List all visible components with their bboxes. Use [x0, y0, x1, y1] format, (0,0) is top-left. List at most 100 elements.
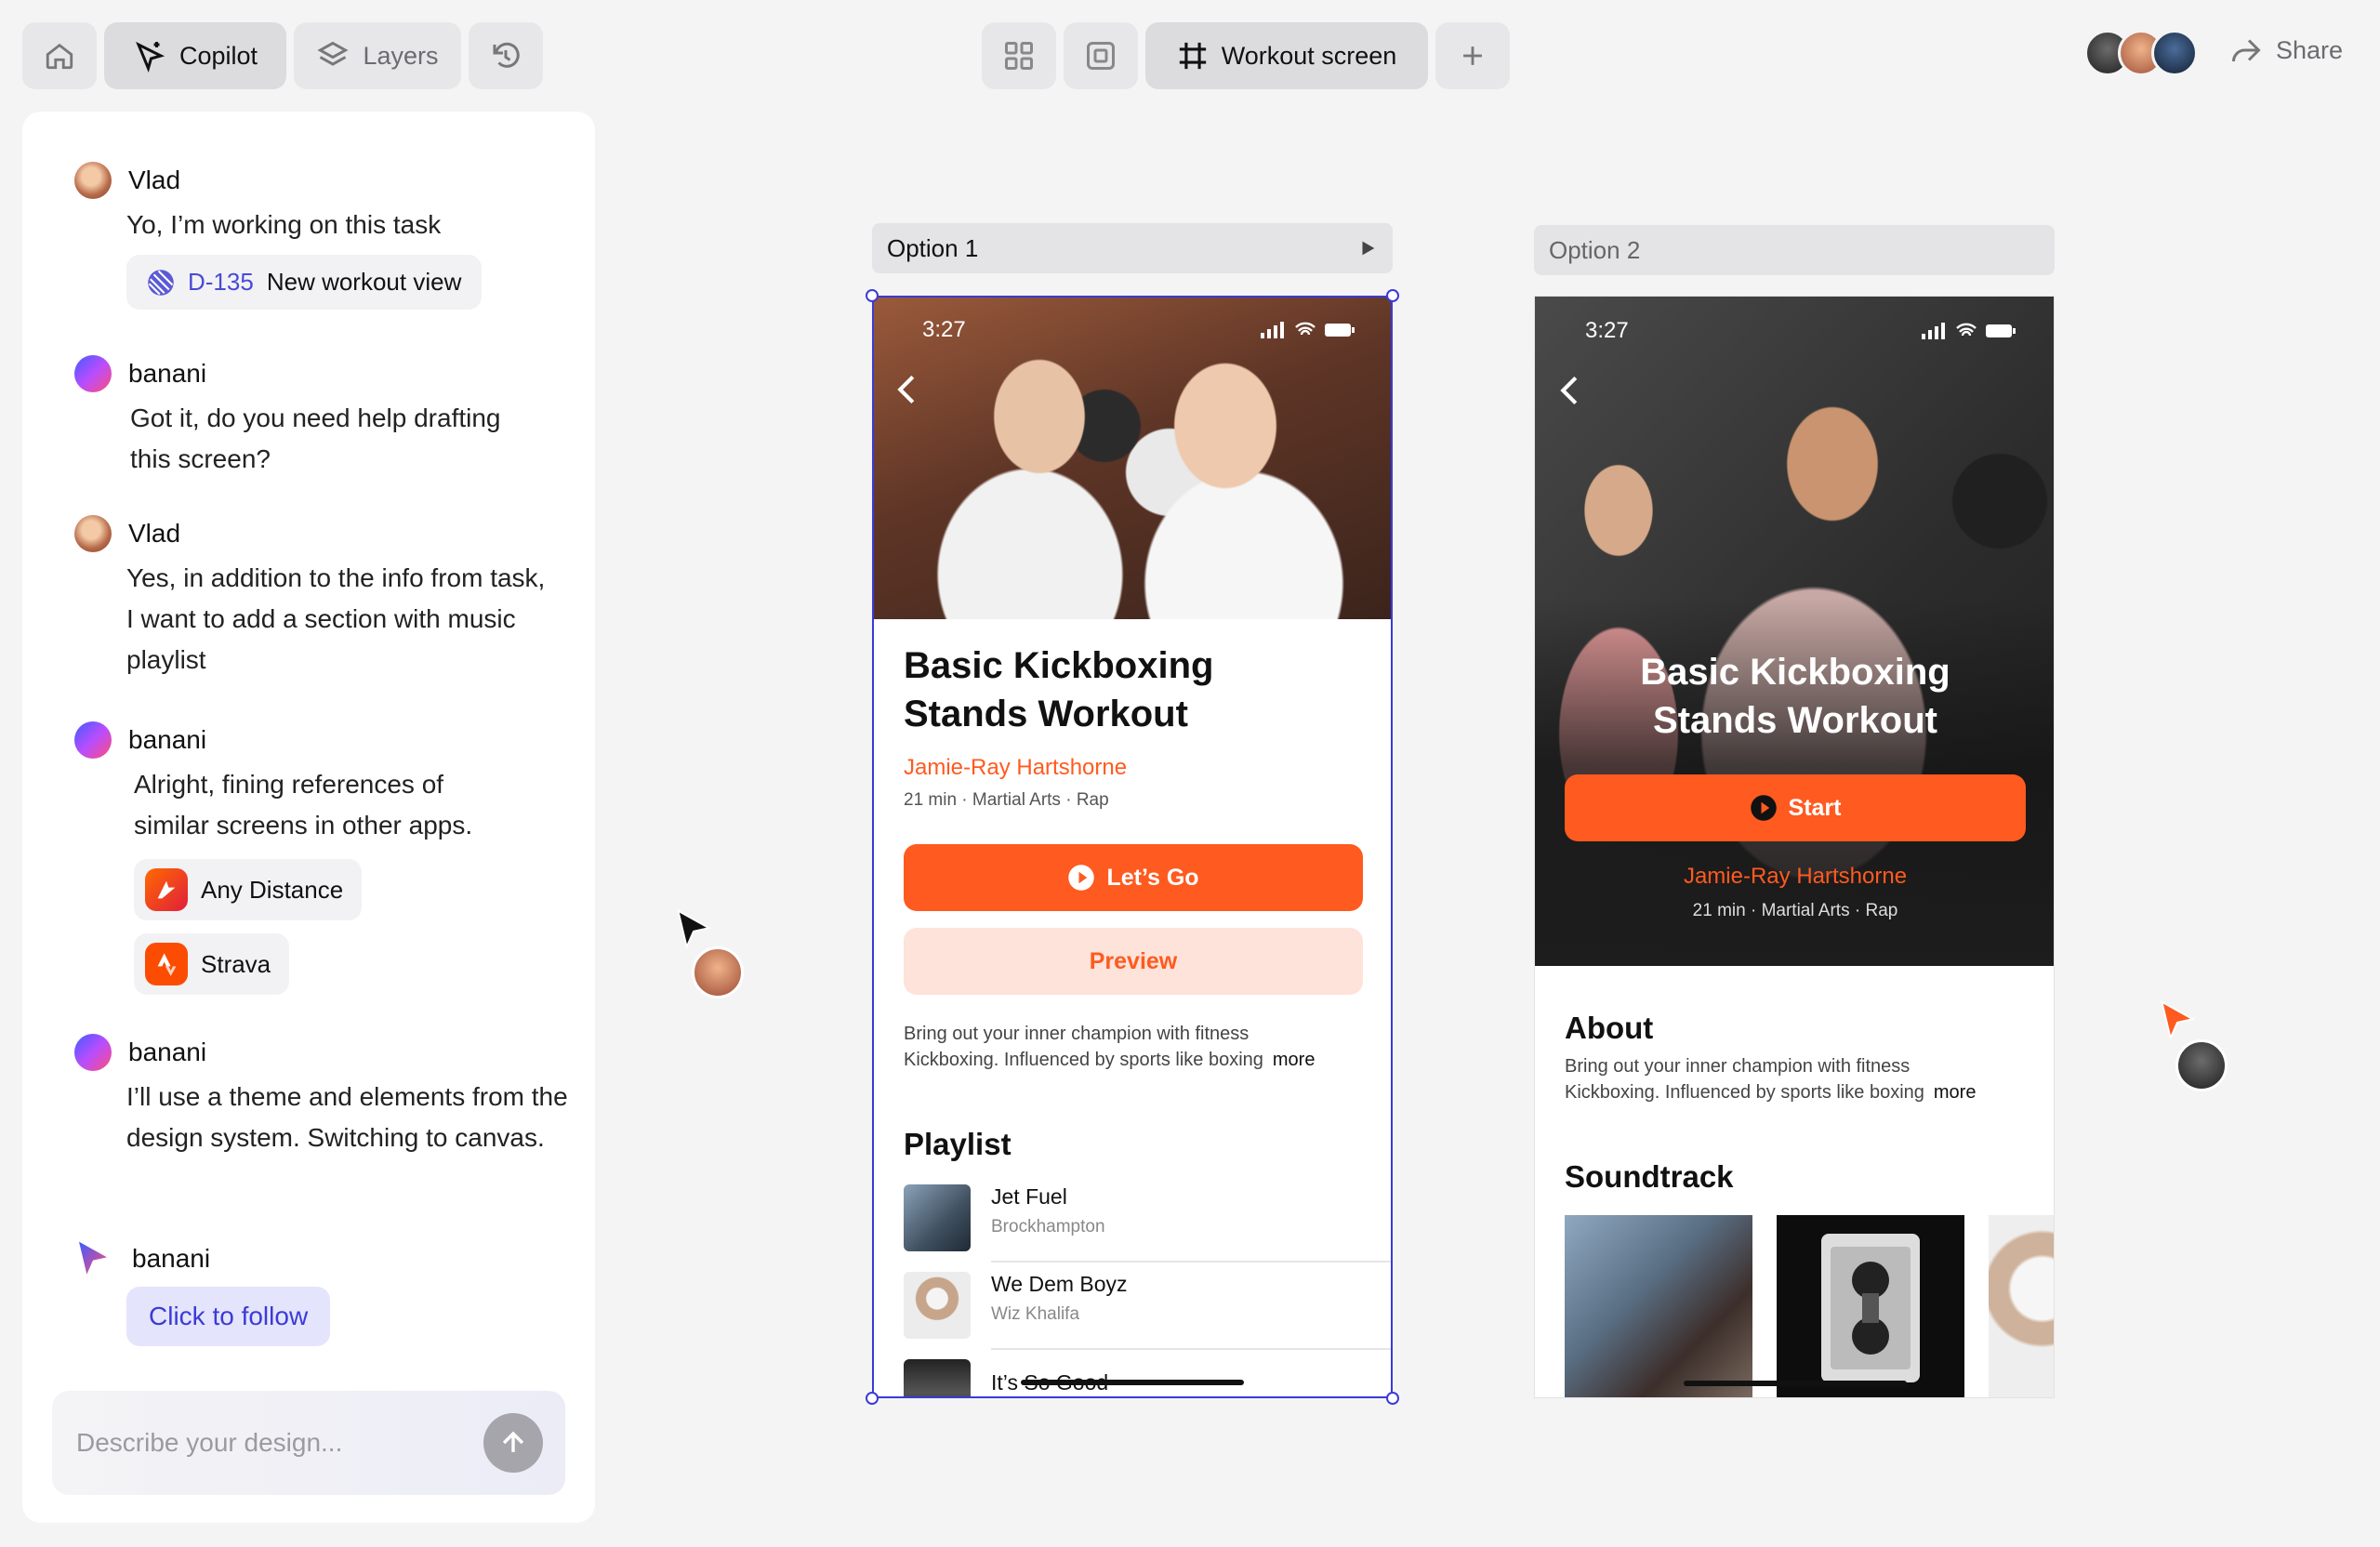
frame-tab-label: Workout screen	[1221, 41, 1397, 70]
collaborator-cursor	[673, 907, 744, 998]
click-to-follow-button[interactable]: Click to follow	[126, 1287, 331, 1346]
component-icon	[1087, 42, 1115, 70]
track-row[interactable]: We Dem Boyz Wiz Khalifa	[904, 1272, 1128, 1339]
send-button[interactable]	[483, 1413, 543, 1473]
avatar	[2151, 30, 2198, 76]
message-text: Yo, I’m working on this task	[126, 210, 442, 239]
message-text: Got it, do you need help drafting this s…	[130, 403, 501, 473]
any-distance-icon	[145, 868, 188, 911]
copilot-tab[interactable]: Copilot	[104, 22, 286, 89]
chat-message: banani Got it, do you need help drafting…	[74, 355, 558, 480]
hero-image	[872, 296, 1393, 619]
layers-label: Layers	[363, 41, 439, 70]
track-name: Jet Fuel	[991, 1184, 1067, 1209]
share-icon	[2231, 39, 2261, 62]
resize-handle[interactable]	[866, 1392, 879, 1405]
workout-title-line-2: Stands Workout	[904, 694, 1188, 734]
message-author: banani	[128, 359, 207, 388]
cursor-icon	[2161, 1000, 2196, 1041]
resize-handle[interactable]	[1386, 289, 1399, 302]
message-author: Vlad	[128, 165, 181, 194]
reference-label: Any Distance	[201, 875, 344, 904]
avatar	[2175, 1039, 2228, 1091]
sparkle-cursor-icon	[136, 41, 165, 73]
grid-icon	[1005, 42, 1033, 70]
track-cover	[904, 1184, 971, 1251]
wifi-icon	[1956, 323, 1977, 337]
chat-message: banani Click to follow	[74, 1238, 558, 1346]
task-title: New workout view	[266, 268, 462, 296]
reference-chip-any-distance[interactable]: Any Distance	[134, 859, 363, 920]
layers-tab[interactable]: Layers	[294, 22, 461, 89]
grid-view-button[interactable]	[982, 22, 1056, 89]
option-1-label: Option 1	[887, 233, 979, 262]
status-time: 3:27	[1585, 318, 1629, 343]
option-1-frame[interactable]: 3:27 Basic Kickboxing Stands Workout Jam…	[872, 296, 1393, 1398]
back-chevron-icon[interactable]	[896, 374, 917, 405]
status-bar: 3:27	[1535, 317, 2054, 345]
status-bar: 3:27	[872, 316, 1393, 344]
description-line-2: Kickboxing. Influenced by sports like bo…	[1565, 1082, 1924, 1103]
share-label: Share	[2275, 35, 2343, 64]
chat-message: banani I’ll use a theme and elements fro…	[74, 1034, 568, 1158]
copilot-label: Copilot	[178, 41, 258, 70]
soundtrack-cover[interactable]	[1777, 1215, 1964, 1397]
more-link[interactable]: more	[1273, 1047, 1316, 1073]
play-icon[interactable]	[1357, 238, 1378, 258]
track-row[interactable]: Jet Fuel Brockhampton	[904, 1184, 1105, 1251]
add-frame-button[interactable]	[1435, 22, 1510, 89]
history-icon	[493, 42, 520, 68]
history-button[interactable]	[469, 22, 543, 89]
status-time: 3:27	[922, 317, 966, 342]
soundtrack-title: Soundtrack	[1565, 1159, 1734, 1194]
workout-meta: 21 min · Martial Arts · Rap	[904, 790, 1109, 810]
about-title: About	[1565, 1011, 1654, 1045]
plus-icon	[1463, 46, 1482, 65]
soundtrack-cover[interactable]	[1565, 1215, 1752, 1397]
task-chip[interactable]: D-135 New workout view	[126, 255, 483, 310]
resize-handle[interactable]	[866, 289, 879, 302]
collaborator-cursor	[2157, 998, 2228, 1091]
workout-description: Bring out your inner champion with fitne…	[904, 1021, 1378, 1073]
track-cover	[904, 1272, 971, 1339]
option-1-header[interactable]: Option 1	[872, 223, 1393, 273]
soundtrack-cover[interactable]	[1989, 1215, 2054, 1397]
about-description: Bring out your inner champion with fitne…	[1565, 1053, 2039, 1105]
reference-chip-strava[interactable]: Strava	[134, 933, 290, 995]
battery-icon	[1986, 324, 2016, 337]
message-author: banani	[132, 1244, 211, 1273]
avatar	[74, 721, 112, 759]
trainer-name[interactable]: Jamie-Ray Hartshorne	[1535, 864, 2054, 890]
design-prompt-input-box[interactable]	[52, 1391, 565, 1495]
collaborator-avatars	[2084, 30, 2198, 76]
message-text: Yes, in addition to the info from task, …	[126, 563, 546, 674]
play-circle-icon	[1068, 865, 1095, 891]
trainer-name[interactable]: Jamie-Ray Hartshorne	[904, 755, 1213, 781]
frame-tab-workout-screen[interactable]: Workout screen	[1145, 22, 1428, 89]
more-link[interactable]: more	[1934, 1079, 1977, 1105]
layers-icon	[317, 41, 350, 66]
message-text: Alright, fining references of similar sc…	[134, 770, 473, 840]
share-button[interactable]: Share	[2229, 33, 2343, 67]
avatar	[692, 946, 744, 998]
home-indicator	[1021, 1380, 1244, 1385]
home-button[interactable]	[22, 22, 97, 89]
signal-icon	[1261, 322, 1284, 338]
preview-button[interactable]: Preview	[904, 928, 1363, 995]
play-circle-icon	[1750, 795, 1777, 821]
option-2-frame[interactable]: 3:27 Basic Kickboxing Stands Workout Sta…	[1534, 296, 2055, 1398]
resize-handle[interactable]	[1386, 1392, 1399, 1405]
banani-cursor-icon	[79, 1241, 107, 1275]
component-button[interactable]	[1064, 22, 1138, 89]
workout-meta: 21 min · Martial Arts · Rap	[1692, 901, 1898, 920]
option-2-header[interactable]: Option 2	[1534, 225, 2055, 275]
start-button[interactable]: Start	[1565, 774, 2026, 841]
wifi-icon	[1295, 322, 1316, 336]
back-chevron-icon[interactable]	[1559, 375, 1580, 406]
design-prompt-input[interactable]	[74, 1427, 483, 1459]
track-name: We Dem Boyz	[991, 1272, 1128, 1296]
home-icon	[46, 43, 73, 70]
lets-go-button[interactable]: Let’s Go	[904, 844, 1363, 911]
workout-title-line-1: Basic Kickboxing	[904, 645, 1214, 686]
track-row[interactable]: It’s So Good	[904, 1359, 1108, 1398]
